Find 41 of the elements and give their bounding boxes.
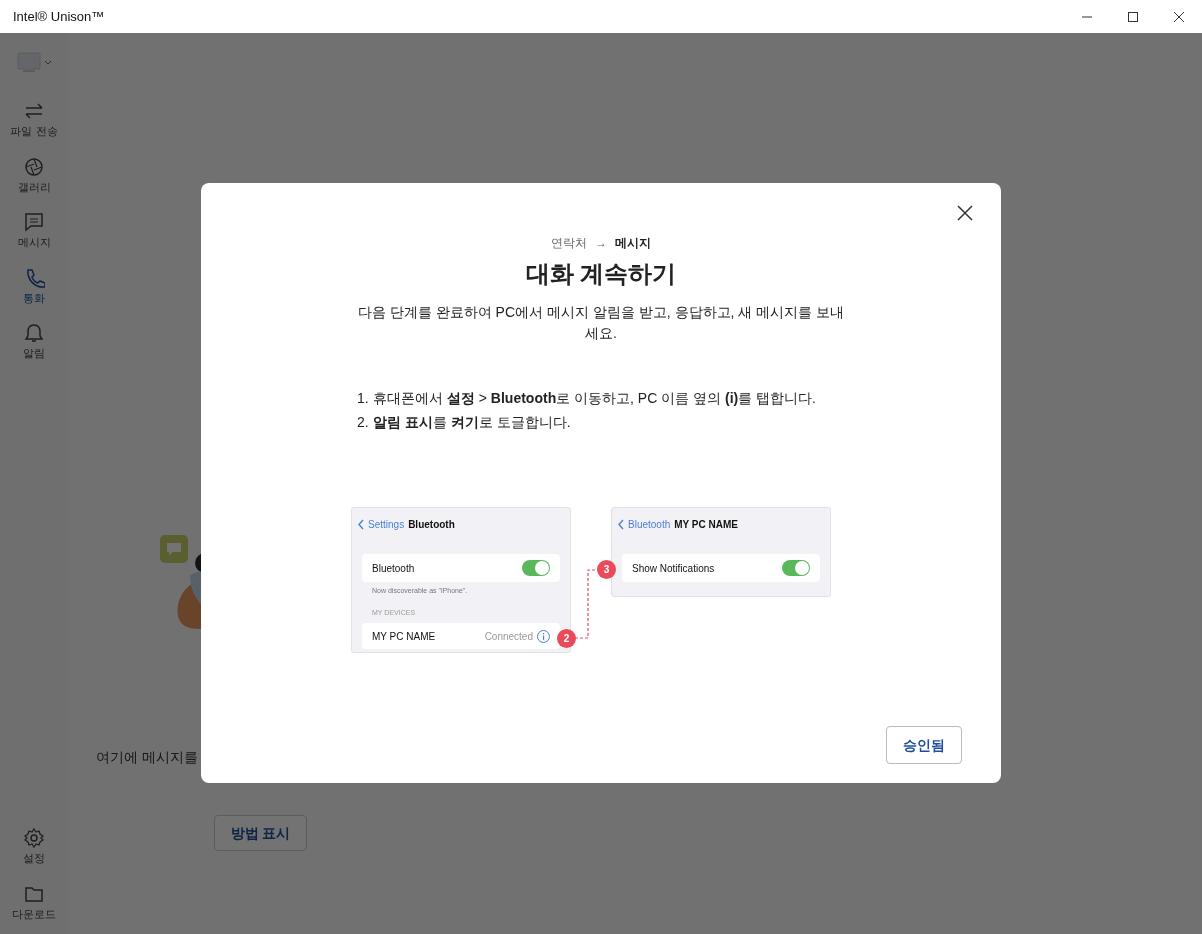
step-text: 휴대폰에서 설정 > Bluetooth로 이동하고, PC 이름 옆의 (i)를 탭합니다. xyxy=(373,389,816,408)
status-text: Connected xyxy=(484,629,533,644)
bell-icon[interactable] xyxy=(23,322,45,344)
screen-title: MY PC NAME xyxy=(674,517,738,532)
empty-state-text: 여기에 메시지를 xyxy=(96,748,198,767)
dialog-title: 대화 계속하기 xyxy=(524,259,678,289)
step-number: 1. xyxy=(357,389,370,408)
breadcrumb-arrow: → xyxy=(595,235,607,252)
settings-icon[interactable] xyxy=(23,827,45,849)
sidebar-item[interactable]: 알림 xyxy=(23,345,45,362)
back-link[interactable]: Bluetooth xyxy=(628,516,671,532)
row-label: Show Notifications xyxy=(632,561,715,576)
sidebar-item[interactable]: 다운로드 xyxy=(12,905,56,922)
window-title: Intel® Unison™ xyxy=(13,7,105,26)
sidebar-item[interactable]: 설정 xyxy=(23,850,45,867)
step-number: 2. xyxy=(357,413,370,432)
step-badge: 2 xyxy=(557,629,576,648)
chat-icon[interactable] xyxy=(23,211,45,233)
toggle-switch[interactable] xyxy=(782,560,810,576)
chevron-icon xyxy=(618,518,624,530)
sidebar-item[interactable]: 갤러리 xyxy=(17,178,51,195)
sidebar-item[interactable]: 파일 전송 xyxy=(10,123,58,140)
device-name: MY PC NAME xyxy=(372,629,436,644)
aperture-icon[interactable] xyxy=(23,155,45,178)
maximize-icon xyxy=(1128,11,1138,22)
sidebar-item[interactable]: 메시지 xyxy=(17,234,51,251)
show-how-button[interactable]: 방법 표시 xyxy=(214,815,307,851)
close-icon xyxy=(1174,11,1184,22)
screen-title: Bluetooth xyxy=(408,517,455,532)
chevron-icon xyxy=(358,518,364,530)
sidebar-item[interactable]: 통화 xyxy=(23,289,45,306)
toggle-switch[interactable] xyxy=(522,560,550,576)
approved-button[interactable]: 승인됨 xyxy=(886,726,962,764)
dialog-description: 다음 단계를 완료하여 PC에서 메시지 알림을 받고, 응답하고, 새 메시지를 보내세요. xyxy=(356,303,846,343)
back-link[interactable]: Settings xyxy=(368,516,405,532)
device-row[interactable]: MY PC NAME Connected xyxy=(362,623,560,649)
row-label: Bluetooth xyxy=(372,561,415,576)
close-icon[interactable] xyxy=(957,205,973,221)
breadcrumb-item: 연락처 xyxy=(551,235,587,252)
breadcrumb-item: 메시지 xyxy=(615,235,651,252)
step-text: 알림 표시를 켜기로 토글합니다. xyxy=(373,413,571,432)
